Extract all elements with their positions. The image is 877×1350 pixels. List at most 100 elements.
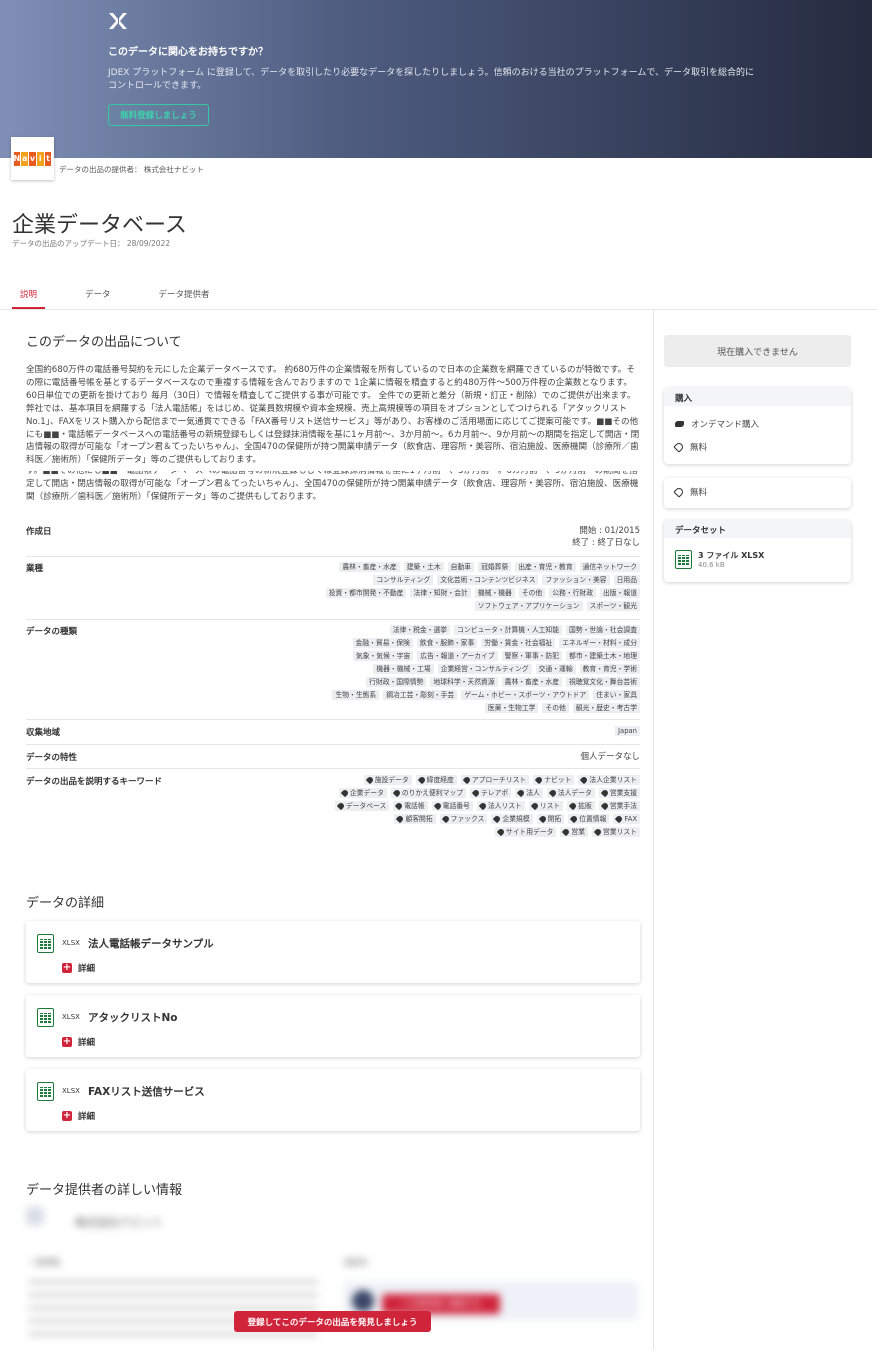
- file-card[interactable]: XLSX アタックリストNo + 詳細: [26, 995, 640, 1057]
- tag[interactable]: 法律・知財・会計: [410, 588, 471, 598]
- tag[interactable]: 営業: [560, 827, 589, 837]
- tag[interactable]: コンピュータ・計算機・人工知能: [454, 625, 563, 635]
- tag[interactable]: FAX: [613, 814, 640, 824]
- tag[interactable]: 自動車: [447, 562, 475, 572]
- spreadsheet-icon: [675, 550, 692, 569]
- tag-label: ファックス: [450, 815, 485, 823]
- tag-label: 通信ネットワーク: [582, 563, 637, 571]
- tag[interactable]: 行財政・国際情勢: [366, 677, 427, 687]
- tag[interactable]: 機械・機器: [474, 588, 515, 598]
- tab-data[interactable]: データ: [77, 283, 119, 309]
- signup-discover-button[interactable]: 登録してこのデータの出品を発見しましょう: [234, 1311, 431, 1332]
- plus-icon[interactable]: +: [62, 963, 72, 973]
- tag[interactable]: 農林・畜産・水産: [339, 562, 400, 572]
- tag-icon: [340, 788, 350, 797]
- tag[interactable]: 生物・生態系: [332, 690, 380, 700]
- tag[interactable]: 観光・歴史・考古学: [572, 703, 640, 713]
- tag[interactable]: 拡販: [567, 801, 595, 811]
- detail-toggle[interactable]: 詳細: [78, 1036, 95, 1048]
- tag[interactable]: のりかえ便利マップ: [390, 788, 467, 798]
- tag[interactable]: エネルギー・材料・成分: [559, 638, 640, 648]
- tag[interactable]: ソフトウェア・アプリケーション: [474, 601, 583, 611]
- tag[interactable]: データベース: [334, 801, 390, 811]
- tab-description[interactable]: 説明: [12, 283, 46, 309]
- tag[interactable]: 日用品: [613, 575, 640, 585]
- tag[interactable]: テレアポ: [470, 788, 512, 798]
- tag[interactable]: 医薬・生物工学: [484, 703, 539, 713]
- tag[interactable]: 企業データ: [338, 788, 387, 798]
- tag[interactable]: Japan: [615, 726, 640, 736]
- tag[interactable]: 営業支援: [598, 788, 640, 798]
- tag[interactable]: ナビット: [533, 775, 575, 785]
- tag-label: スポーツ・観光: [589, 602, 637, 610]
- tag[interactable]: ゲーム・ホビー・スポーツ・アウトドア: [461, 690, 590, 700]
- tag[interactable]: 教育・育児・学術: [579, 664, 640, 674]
- tag[interactable]: 警察・軍事・防犯: [501, 651, 563, 661]
- tag[interactable]: 機器・機械・工場: [373, 664, 434, 674]
- dataset-size: 40.6 kB: [698, 561, 725, 569]
- tag[interactable]: 営業手法: [598, 801, 640, 811]
- tag[interactable]: 企業規模: [491, 814, 533, 824]
- plus-icon[interactable]: +: [62, 1111, 72, 1121]
- tag[interactable]: 位置情報: [568, 814, 610, 824]
- tag[interactable]: 顧客開拓: [394, 814, 436, 824]
- tag[interactable]: 企業経営・コンサルティング: [437, 664, 532, 674]
- tag[interactable]: 国勢・世論・社会調査: [566, 625, 640, 635]
- tag[interactable]: 冠婚葬祭: [478, 562, 512, 572]
- tag[interactable]: 気象・気候・宇宙: [352, 651, 414, 661]
- tag[interactable]: 施設データ: [363, 775, 412, 785]
- tag[interactable]: その他: [518, 588, 546, 598]
- tag-label: 視聴覚文化・舞台芸術: [569, 678, 637, 686]
- provider-logo[interactable]: Navit: [11, 137, 54, 180]
- tag[interactable]: コンサルティング: [373, 575, 434, 585]
- tag[interactable]: 広告・報道・アーカイブ: [417, 651, 498, 661]
- tag-icon: [593, 827, 603, 836]
- tag[interactable]: サイト用データ: [494, 827, 557, 837]
- tag[interactable]: リスト: [528, 801, 564, 811]
- tag[interactable]: 緯度経度: [415, 775, 457, 785]
- purchase-unavailable-button[interactable]: 現在購入できません: [664, 335, 851, 367]
- tag[interactable]: 公務・行財政: [549, 588, 597, 598]
- file-card[interactable]: XLSX FAXリスト送信サービス + 詳細: [26, 1069, 640, 1131]
- plus-icon[interactable]: +: [62, 1037, 72, 1047]
- tag[interactable]: 鋼冶工芸・彫刻・手芸: [383, 690, 458, 700]
- file-card[interactable]: XLSX 法人電話帳データサンプル + 詳細: [26, 921, 640, 983]
- tag[interactable]: 電話帳: [393, 801, 428, 811]
- tag[interactable]: 法人リスト: [476, 801, 525, 811]
- tag[interactable]: 法人企業リスト: [578, 775, 640, 785]
- tag[interactable]: 視聴覚文化・舞台芸術: [566, 677, 640, 687]
- tag[interactable]: 文化芸術・コンテンツビジネス: [437, 575, 539, 585]
- tag[interactable]: 農林・畜産・水産: [501, 677, 563, 687]
- tab-provider[interactable]: データ提供者: [151, 283, 218, 309]
- tag-icon: [396, 814, 405, 823]
- tag[interactable]: 交通・運輸: [535, 664, 576, 674]
- detail-toggle[interactable]: 詳細: [78, 1110, 95, 1122]
- tag[interactable]: ファッション・美容: [542, 575, 610, 585]
- tag[interactable]: その他: [542, 703, 569, 713]
- tag[interactable]: 営業リスト: [592, 827, 640, 837]
- tag[interactable]: 開拓: [536, 814, 565, 824]
- tag[interactable]: 出版・報道: [600, 588, 640, 598]
- tag[interactable]: 飲食・服飾・家事: [416, 638, 478, 648]
- free-signup-button[interactable]: 無料登録しましょう: [108, 104, 209, 126]
- tag[interactable]: 労働・賃金・社会福祉: [481, 638, 556, 648]
- tag[interactable]: スポーツ・観光: [586, 601, 640, 611]
- tag-icon: [548, 788, 558, 797]
- tag[interactable]: アプローチリスト: [460, 775, 530, 785]
- tag[interactable]: 法人データ: [546, 788, 595, 798]
- tag[interactable]: 電話番号: [431, 801, 473, 811]
- tag[interactable]: 金融・貿易・保険: [352, 638, 413, 648]
- tag[interactable]: 投資・都市開発・不動産: [325, 588, 407, 598]
- tag-icon: [433, 801, 442, 810]
- tag[interactable]: 住まい・家具: [593, 690, 640, 700]
- tag[interactable]: 都市・建築土木・地理: [566, 651, 640, 661]
- tag[interactable]: 地球科学・天然資源: [430, 677, 498, 687]
- tag[interactable]: 通信ネットワーク: [579, 562, 640, 572]
- detail-toggle[interactable]: 詳細: [78, 962, 95, 974]
- tag[interactable]: 建築・土木: [403, 562, 444, 572]
- tag[interactable]: 法人: [515, 788, 543, 798]
- tag[interactable]: 出産・育児・教育: [515, 562, 576, 572]
- provider-label[interactable]: データの出品の提供者： 株式会社ナビット: [59, 164, 204, 175]
- tag[interactable]: ファックス: [439, 814, 488, 824]
- tag[interactable]: 法律・税金・選挙: [389, 625, 451, 635]
